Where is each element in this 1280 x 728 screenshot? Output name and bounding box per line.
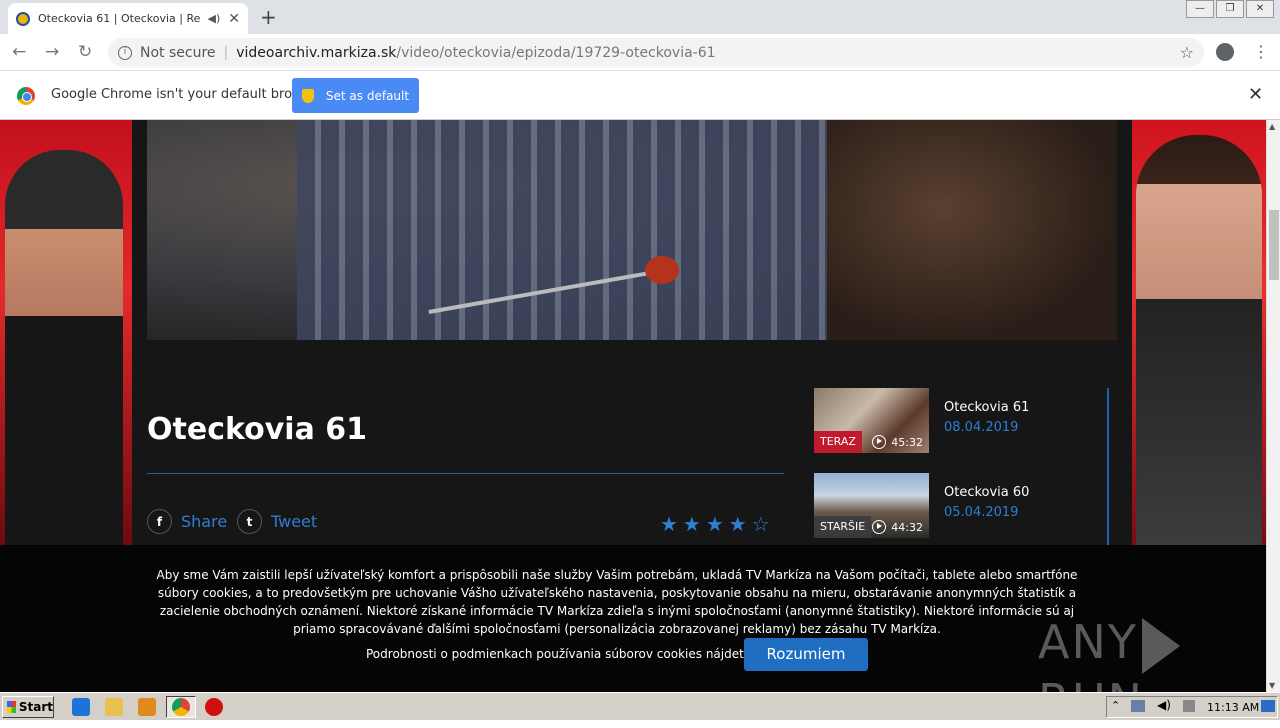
watermark-left: ANY [1038,615,1138,669]
reload-icon[interactable]: ↻ [78,42,92,62]
chrome-menu-icon[interactable]: ⋮ [1253,42,1269,61]
episode-date: 05.04.2019 [944,505,1019,520]
play-icon [872,520,887,534]
episode-list: TERAZ 45:32 Oteckovia 61 08.04.2019 STAR… [814,388,1110,545]
episode-list-scrollbar[interactable] [1107,388,1109,545]
back-arrow-icon[interactable]: ← [12,42,26,62]
duration: 44:32 [872,520,923,534]
tray-expand-icon[interactable]: ⌃ [1111,699,1120,712]
security-app-icon[interactable] [205,698,223,716]
security-label: Not secure [140,44,216,61]
chrome-icon [172,698,190,716]
start-button[interactable]: Start [2,696,54,718]
set-as-default-button[interactable]: Set as default [292,78,419,113]
right-skin-banner[interactable] [1132,120,1266,545]
address-bar[interactable]: i Not secure | videoarchiv.markiza.sk /v… [108,38,1204,67]
web-page: Oteckovia 61 f Share t Tweet ★★★★☆ TERAZ… [0,120,1266,545]
rating-stars[interactable]: ★★★★☆ [660,512,775,536]
window-controls: — ❐ ✕ [1184,0,1274,18]
episode-item[interactable]: STARŠIE 44:32 Oteckovia 60 05.04.2019 [814,473,1110,538]
twitter-icon: t [237,509,262,534]
file-explorer-icon[interactable] [105,698,123,716]
tab-strip: Oteckovia 61 | Oteckovia | Relá ◀) ✕ + —… [0,0,1280,34]
facebook-icon: f [147,509,172,534]
play-icon [872,435,887,449]
cookie-banner: Aby sme Vám zaistili lepší užívateľský k… [0,545,1266,728]
network-icon[interactable] [1131,700,1145,712]
video-frame-hair [827,120,1117,340]
page-scrollbar[interactable]: ▲ ▼ [1266,120,1280,692]
browser-toolbar: ← → ↻ i Not secure | videoarchiv.markiza… [0,34,1280,71]
status-badge: STARŠIE [814,516,872,538]
forward-arrow-icon[interactable]: → [45,42,59,62]
status-badge: TERAZ [814,431,862,453]
close-window-button[interactable]: ✕ [1246,0,1274,18]
tab-title: Oteckovia 61 | Oteckovia | Relá [38,12,200,25]
set-as-default-label: Set as default [325,88,410,103]
episode-item[interactable]: TERAZ 45:32 Oteckovia 61 08.04.2019 [814,388,1110,453]
infobar-close-icon[interactable]: ✕ [1248,84,1263,105]
windows-logo-icon [7,701,16,713]
internet-explorer-icon[interactable] [72,698,90,716]
episode-title: Oteckovia 61 [147,412,368,447]
episode-name[interactable]: Oteckovia 60 [944,485,1029,500]
taskbar-clock[interactable]: 11:13 AM [1207,701,1259,714]
speaker-icon[interactable]: ◀) [208,12,221,25]
duration-text: 45:32 [891,435,923,449]
uac-shield-icon [301,88,314,103]
new-tab-button[interactable]: + [260,5,277,29]
action-center-icon[interactable] [1183,700,1195,712]
twitter-tweet-button[interactable]: t Tweet [237,509,317,534]
info-icon[interactable]: i [118,45,132,60]
cookie-text: Aby sme Vám zaistili lepší užívateľský k… [156,568,1078,636]
scroll-up-arrow-icon[interactable]: ▲ [1269,122,1275,131]
scrollbar-thumb[interactable] [1269,210,1279,280]
scroll-down-arrow-icon[interactable]: ▼ [1269,681,1275,690]
site-favicon-icon [16,11,30,26]
episode-thumbnail[interactable]: STARŠIE 44:32 [814,473,929,538]
video-frame-shirt [297,120,857,340]
video-player[interactable] [147,120,1117,340]
cookie-details-text: Podrobnosti o podmienkach používania súb… [366,647,756,661]
infobar-message: Google Chrome isn't your default browser [51,87,323,102]
start-label: Start [18,700,53,714]
browser-tab[interactable]: Oteckovia 61 | Oteckovia | Relá ◀) ✕ [8,3,248,34]
media-player-icon[interactable] [138,698,156,716]
show-desktop-icon[interactable] [1261,700,1275,712]
banner-man-figure [5,150,123,545]
maximize-button[interactable]: ❐ [1216,0,1244,18]
left-skin-banner[interactable] [0,120,132,545]
banner-woman-figure [1136,135,1262,545]
tab-close-icon[interactable]: ✕ [228,11,240,27]
cookie-details: Podrobnosti o podmienkach používania súb… [366,647,767,661]
chrome-taskbar-button[interactable] [166,696,196,718]
default-browser-infobar: Google Chrome isn't your default browser… [0,71,1280,120]
account-avatar-icon[interactable] [1216,43,1234,61]
windows-taskbar: Start ⌃ ◀) 11:13 AM [0,692,1280,720]
duration: 45:32 [872,435,923,449]
duration-text: 44:32 [891,520,923,534]
share-label: Share [181,512,228,531]
title-divider [147,473,784,474]
chrome-logo-icon [17,87,35,105]
bookmark-star-icon[interactable]: ☆ [1180,43,1194,62]
address-separator: | [223,44,229,61]
main-content: Oteckovia 61 f Share t Tweet ★★★★☆ TERAZ… [132,120,1132,545]
accept-cookies-button[interactable]: Rozumiem [744,638,868,671]
play-triangle-icon [1141,617,1180,674]
episode-date: 08.04.2019 [944,420,1019,435]
episode-name[interactable]: Oteckovia 61 [944,400,1029,415]
url-path: /video/oteckovia/epizoda/19729-oteckovia… [396,44,716,61]
video-frame-food [645,256,679,284]
minimize-button[interactable]: — [1186,0,1214,18]
episode-thumbnail[interactable]: TERAZ 45:32 [814,388,929,453]
tweet-label: Tweet [271,512,318,531]
url-host: videoarchiv.markiza.sk [236,44,397,61]
facebook-share-button[interactable]: f Share [147,509,227,534]
volume-icon[interactable]: ◀) [1157,698,1171,712]
